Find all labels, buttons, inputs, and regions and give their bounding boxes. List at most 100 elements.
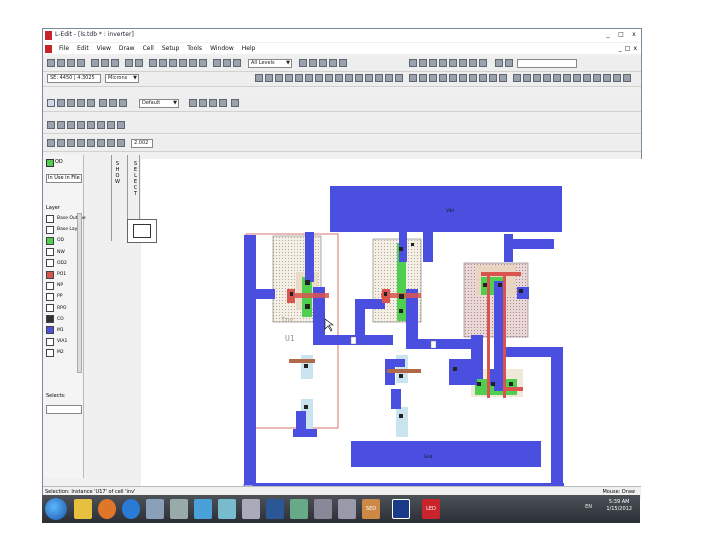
metal-link-2[interactable] — [406, 339, 478, 349]
menu-view[interactable]: View — [93, 45, 115, 52]
draw-f-icon[interactable] — [305, 74, 313, 82]
language-indicator[interactable]: EN — [585, 504, 592, 510]
metal-vdd-drop-3[interactable] — [423, 232, 433, 262]
menu-file[interactable]: File — [55, 45, 73, 52]
layer-item[interactable]: RPO — [46, 303, 76, 314]
layout-canvas[interactable]: Vdd Gnd Inv U1 — [141, 159, 683, 511]
ruler-angle-icon[interactable] — [219, 99, 227, 107]
new-icon[interactable] — [47, 59, 55, 67]
mdi-close-button[interactable]: x — [633, 45, 637, 52]
selects-combo[interactable] — [46, 405, 82, 414]
drc-icon[interactable] — [233, 59, 241, 67]
select-arrow-icon[interactable] — [47, 99, 55, 107]
poly-gate-n2[interactable] — [387, 369, 421, 373]
metal-gnd-3-pad[interactable] — [449, 359, 477, 385]
app-icon[interactable] — [170, 499, 188, 519]
edit-t-icon[interactable] — [603, 74, 611, 82]
layer-item[interactable]: NP — [46, 280, 76, 291]
layer-item[interactable]: PP — [46, 291, 76, 302]
edit-n-icon[interactable] — [543, 74, 551, 82]
mdi-restore-button[interactable]: □ — [625, 45, 631, 52]
poly-gate-3b[interactable] — [503, 272, 506, 398]
align-c-icon[interactable] — [429, 59, 437, 67]
poly-gate-3a[interactable] — [487, 272, 490, 398]
poly-gate-n1[interactable] — [289, 359, 315, 363]
box-icon[interactable] — [57, 99, 65, 107]
flip-v-icon[interactable] — [67, 121, 75, 129]
layer-item[interactable]: Base Layer — [46, 224, 82, 235]
ungroup-icon[interactable] — [199, 59, 207, 67]
maximize-button[interactable]: □ — [616, 31, 626, 39]
draw-a-icon[interactable] — [255, 74, 263, 82]
grow-icon[interactable] — [107, 121, 115, 129]
zoom-icon[interactable] — [505, 59, 513, 67]
layer-filter-combo[interactable]: In Use in File — [46, 174, 82, 183]
edit-k-icon[interactable] — [513, 74, 521, 82]
save-icon[interactable] — [67, 59, 75, 67]
view-a-icon[interactable] — [299, 59, 307, 67]
poly-bus-3[interactable] — [481, 272, 521, 276]
flip-h-icon[interactable] — [57, 121, 65, 129]
metal-vdd-stub[interactable] — [509, 239, 554, 249]
view-d-icon[interactable] — [329, 59, 337, 67]
metal-input-1[interactable] — [245, 289, 275, 299]
draw-k-icon[interactable] — [355, 74, 363, 82]
active-n2b[interactable] — [396, 407, 408, 437]
sedit-taskbar-button[interactable]: SED — [362, 499, 380, 519]
style-combo[interactable]: Default ▼ — [139, 99, 179, 108]
draw-l-icon[interactable] — [365, 74, 373, 82]
metal-in-2-stub[interactable] — [355, 299, 385, 309]
menu-cell[interactable]: Cell — [139, 45, 158, 52]
draw-i-icon[interactable] — [335, 74, 343, 82]
app-icon[interactable] — [314, 499, 332, 519]
edit-b-icon[interactable] — [419, 74, 427, 82]
wire-join-c-icon[interactable] — [97, 139, 105, 147]
menu-help[interactable]: Help — [238, 45, 260, 52]
draw-g-icon[interactable] — [315, 74, 323, 82]
select-label[interactable]: SELECT — [133, 161, 138, 197]
app-icon[interactable] — [194, 499, 212, 519]
metal-out-3-link[interactable] — [503, 347, 553, 357]
wire-join-a-icon[interactable] — [77, 139, 85, 147]
ie-icon[interactable] — [122, 499, 140, 519]
metal-right-column[interactable] — [551, 347, 563, 495]
metal-gnd-2[interactable] — [391, 389, 401, 409]
draw-h-icon[interactable] — [325, 74, 333, 82]
app-icon[interactable] — [218, 499, 236, 519]
edit-o-icon[interactable] — [553, 74, 561, 82]
draw-c-icon[interactable] — [275, 74, 283, 82]
metal-gnd-1b[interactable] — [293, 429, 317, 437]
boolean-icon[interactable] — [97, 121, 105, 129]
redo-icon[interactable] — [135, 59, 143, 67]
metal-in-2-tap[interactable] — [385, 359, 405, 367]
draw-m-icon[interactable] — [375, 74, 383, 82]
edit-l-icon[interactable] — [523, 74, 531, 82]
levels-combo[interactable]: All Levels ▼ — [248, 59, 292, 68]
draw-o-icon[interactable] — [395, 74, 403, 82]
instance-icon[interactable] — [169, 59, 177, 67]
view-b-icon[interactable] — [309, 59, 317, 67]
group-icon[interactable] — [189, 59, 197, 67]
metal-gnd-1[interactable] — [296, 411, 306, 431]
align-f-icon[interactable] — [459, 59, 467, 67]
view-e-icon[interactable] — [339, 59, 347, 67]
edit-p-icon[interactable] — [563, 74, 571, 82]
draw-d-icon[interactable] — [285, 74, 293, 82]
cell-open-icon[interactable] — [149, 59, 157, 67]
draw-b-icon[interactable] — [265, 74, 273, 82]
units-combo[interactable]: Microns ▼ — [105, 74, 139, 83]
app-icon[interactable] — [242, 499, 260, 519]
search-input[interactable] — [517, 59, 577, 68]
flatten-icon[interactable] — [179, 59, 187, 67]
find-icon[interactable] — [223, 59, 231, 67]
close-button[interactable]: x — [629, 31, 639, 39]
open-icon[interactable] — [57, 59, 65, 67]
edit-u-icon[interactable] — [613, 74, 621, 82]
circle-icon[interactable] — [87, 99, 95, 107]
slice-icon[interactable] — [77, 121, 85, 129]
layer-item[interactable]: CO — [46, 314, 76, 325]
edit-d-icon[interactable] — [439, 74, 447, 82]
align-e-icon[interactable] — [449, 59, 457, 67]
align-g-icon[interactable] — [469, 59, 477, 67]
draw-e-icon[interactable] — [295, 74, 303, 82]
